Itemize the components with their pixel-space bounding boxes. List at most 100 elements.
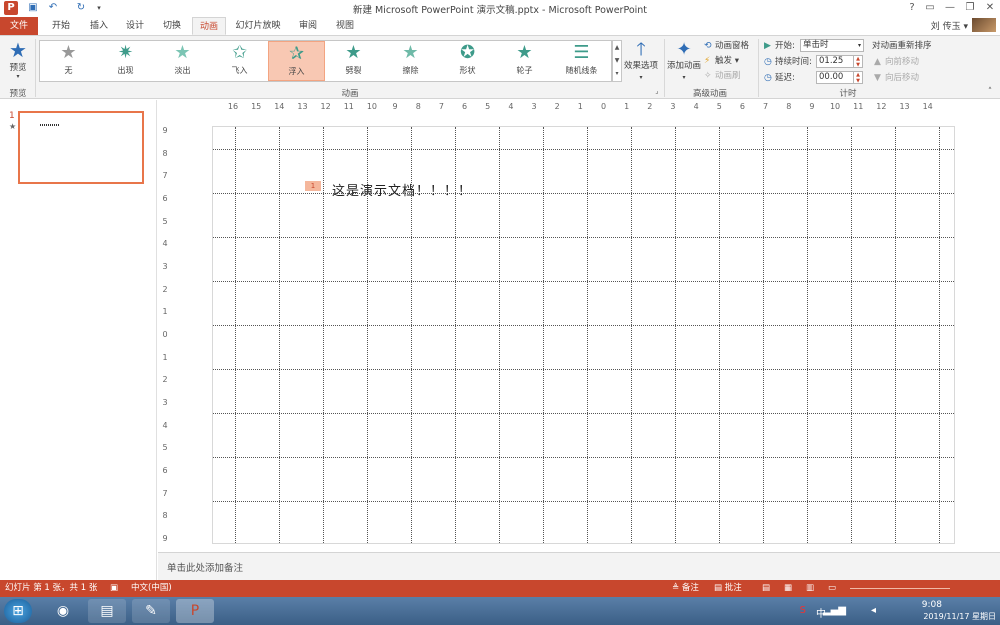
star-gray-icon: ★ (60, 42, 77, 63)
star-shape-icon: ✪ (459, 42, 476, 63)
dialog-launcher-icon[interactable]: ⌟ (652, 87, 662, 95)
delay-input[interactable]: 00.00 (816, 71, 854, 84)
grid-line (213, 325, 954, 326)
animation-wheel[interactable]: ★ 轮子 (496, 41, 553, 81)
tab-view[interactable]: 视图 (330, 17, 360, 35)
ruler-tick-label: 6 (739, 102, 745, 111)
grid-line (851, 127, 852, 543)
clock-date[interactable]: 2019/11/17 星期日 (923, 611, 996, 622)
app-icon[interactable]: ✎ (132, 599, 170, 623)
user-name[interactable]: 刘 传玉 ▾ (931, 19, 968, 32)
ruler-tick-label: 1 (162, 307, 168, 317)
avatar[interactable] (972, 18, 996, 32)
grid-line (213, 281, 954, 282)
volume-icon[interactable]: ◂ (871, 605, 876, 616)
ruler-tick-label: 7 (763, 102, 769, 111)
trigger-button[interactable]: ⚡ 触发 ▾ (704, 54, 739, 68)
ime-icon[interactable]: S (800, 605, 806, 616)
tab-design[interactable]: 设计 (120, 17, 150, 35)
preview-button[interactable]: ★ 预览 ▾ (4, 39, 32, 83)
tab-review[interactable]: 审阅 (293, 17, 323, 35)
slideshow-icon[interactable]: ▭ (828, 580, 836, 597)
ruler-tick-label: 8 (162, 148, 168, 158)
network-icon[interactable]: ▂▄▆ (823, 605, 846, 616)
arrow-up-icon: 🡑 (636, 39, 646, 60)
slide-thumbnail[interactable] (18, 111, 144, 184)
notes-pane[interactable]: 单击此处添加备注 (158, 552, 1000, 580)
start-button[interactable]: ⊞ (4, 599, 32, 623)
grid-line (763, 127, 764, 543)
start-select[interactable]: 单击时 ▾ (800, 39, 864, 52)
animation-shape[interactable]: ✪ 形状 (439, 41, 496, 81)
grid-line (213, 501, 954, 502)
duration-spinner[interactable]: ▲ ▼ (854, 55, 863, 68)
delay-label: ◷ 延迟: (764, 73, 795, 83)
gallery-scroll[interactable]: ▲ ▼ ▾ (612, 40, 622, 82)
ruler-tick-label: 4 (693, 102, 699, 111)
animation-fade[interactable]: ★ 淡出 (154, 41, 211, 81)
ruler-tick-label: 16 (227, 102, 239, 111)
slide-canvas[interactable] (212, 126, 955, 544)
star-preview-icon: ★ (9, 38, 27, 62)
tab-home[interactable]: 开始 (46, 17, 76, 35)
ruler-tick-label: 7 (162, 488, 168, 498)
duration-input[interactable]: 01.25 (816, 55, 854, 68)
tab-slideshow[interactable]: 幻灯片放映 (231, 17, 285, 35)
animation-appear[interactable]: ✷ 出现 (97, 41, 154, 81)
animation-wipe[interactable]: ★ 擦除 (382, 41, 439, 81)
slide-text-box[interactable]: 这是演示文档！！！！ (332, 180, 472, 199)
grid-line (499, 127, 500, 543)
animation-random-bars[interactable]: ☰ 随机线条 (553, 41, 610, 81)
animation-float-in[interactable]: ✰ 浮入 (268, 41, 325, 81)
chevron-down-icon: ▾ (639, 74, 643, 81)
close-button[interactable]: ✕ (980, 1, 1000, 15)
language-status[interactable]: 中文(中国) (131, 580, 172, 597)
grid-line (895, 127, 896, 543)
animation-label: 轮子 (516, 66, 533, 75)
restore-button[interactable]: ❐ (960, 1, 980, 15)
effect-options-button[interactable]: 🡑 效果选项 ▾ (622, 39, 660, 83)
powerpoint-taskbar-icon[interactable]: P (176, 599, 214, 623)
zoom-slider[interactable] (850, 588, 950, 589)
ruler-tick-label: 1 (577, 102, 583, 111)
collapse-ribbon-icon[interactable]: ˄ (984, 87, 996, 97)
delay-spinner[interactable]: ▲ ▼ (854, 71, 863, 84)
help-button[interactable]: ? (902, 1, 922, 15)
ribbon-display-button[interactable]: ▭ (920, 1, 940, 15)
minimize-button[interactable]: — (940, 1, 960, 15)
tab-insert[interactable]: 插入 (84, 17, 114, 35)
tab-animations[interactable]: 动画 (192, 17, 226, 35)
animation-pane-button[interactable]: ⟲ 动画窗格 (704, 39, 749, 53)
animation-painter-button[interactable]: ✧ 动画刷 (704, 69, 741, 83)
file-explorer-icon[interactable]: ▤ (88, 599, 126, 623)
animation-none[interactable]: ★ 无 (40, 41, 97, 81)
move-later-button[interactable]: ▼ 向后移动 (874, 71, 919, 85)
grid-line (213, 149, 954, 150)
chevron-down-icon: ▾ (857, 42, 861, 49)
animation-order-tag[interactable]: 1 (305, 181, 321, 191)
clock-icon: ◷ (764, 73, 772, 83)
reorder-title: 对动画重新排序 (872, 41, 932, 51)
clock-time[interactable]: 9:08 (922, 600, 942, 610)
normal-view-icon[interactable]: ▤ (762, 580, 770, 597)
animation-fly-in[interactable]: ✩ 飞入 (211, 41, 268, 81)
reading-view-icon[interactable]: ▥ (806, 580, 814, 597)
comments-button[interactable]: ▤ 批注 (714, 580, 742, 597)
grid-line (807, 127, 808, 543)
ruler-tick-label: 2 (647, 102, 653, 111)
browser-icon[interactable]: ◉ (44, 599, 82, 623)
tab-file[interactable]: 文件 (0, 17, 38, 35)
spellcheck-icon[interactable]: ▣ (110, 580, 118, 597)
animation-split[interactable]: ★ 劈裂 (325, 41, 382, 81)
notes-button[interactable]: ≜ 备注 (672, 580, 699, 597)
ruler-tick-label: 7 (162, 171, 168, 181)
ruler-tick-label: 3 (162, 262, 168, 271)
add-animation-button[interactable]: ✦ 添加动画 ▾ (666, 39, 702, 83)
slide-sorter-icon[interactable]: ▦ (784, 580, 792, 597)
star-float-icon: ✰ (288, 43, 305, 64)
lightning-icon: ⚡ (704, 56, 711, 66)
divider (758, 39, 759, 97)
tab-transitions[interactable]: 切换 (157, 17, 187, 35)
grid-line (719, 127, 720, 543)
move-earlier-button[interactable]: ▲ 向前移动 (874, 55, 919, 69)
